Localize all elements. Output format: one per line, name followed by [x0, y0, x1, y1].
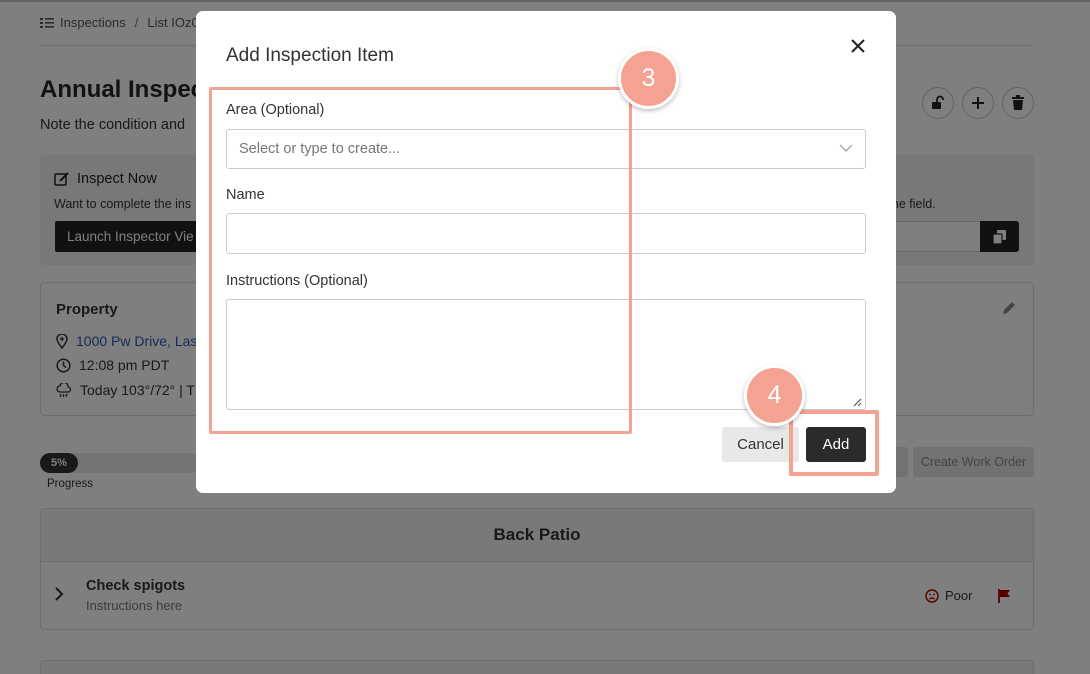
highlight-add-button — [789, 410, 879, 476]
chevron-down-icon — [839, 144, 853, 153]
step-badge-3: 3 — [618, 48, 679, 109]
resize-grip-icon[interactable] — [852, 397, 862, 407]
highlight-form-fields — [209, 87, 632, 434]
close-icon[interactable] — [849, 37, 867, 55]
cancel-button[interactable]: Cancel — [722, 427, 799, 462]
step-badge-4: 4 — [744, 365, 805, 426]
modal-title: Add Inspection Item — [226, 45, 394, 66]
